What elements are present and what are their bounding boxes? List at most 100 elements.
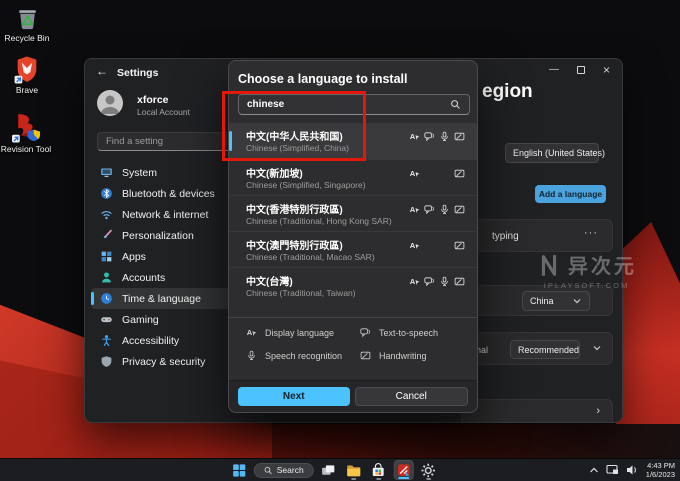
sidebar-item-label: Personalization [122, 230, 194, 242]
country-dropdown[interactable]: China [522, 291, 590, 311]
recycle-bin-icon [14, 5, 41, 32]
microsoft-store-icon [371, 463, 386, 478]
settings-button[interactable] [419, 460, 439, 480]
sidebar-item[interactable]: Time & language [91, 288, 245, 309]
display-language-dropdown[interactable]: English (United States) [505, 143, 599, 163]
taskbar-search-label: Search [277, 465, 304, 475]
sidebar-item[interactable]: System [91, 162, 245, 183]
country-card: China [461, 285, 613, 316]
desktop-icon-label: Revision Tool [1, 145, 51, 154]
sidebar-item[interactable]: Privacy & security [91, 351, 245, 372]
sidebar-item[interactable]: Accounts [91, 267, 245, 288]
search-icon [450, 99, 461, 110]
running-indicator [351, 478, 356, 480]
sidebar-item-icon [100, 313, 113, 326]
clock-time: 4:43 PM [646, 461, 675, 470]
legend-item: Display language [246, 327, 360, 338]
account-name: xforce [137, 94, 169, 106]
language-native-name: 中文(台灣) [246, 273, 293, 288]
sidebar-item[interactable]: Accessibility [91, 330, 245, 351]
country-value: China [530, 296, 554, 306]
display-language-icon [409, 204, 420, 215]
language-list-item[interactable]: 中文(澳門特別行政區) Chinese (Traditional, Macao … [229, 231, 477, 267]
sidebar-item[interactable]: Gaming [91, 309, 245, 330]
add-language-button[interactable]: Add a language [535, 185, 606, 203]
window-title: Settings [117, 67, 158, 79]
minimize-button[interactable]: — [549, 65, 559, 75]
sidebar-item[interactable]: Bluetooth & devices [91, 183, 245, 204]
file-explorer-button[interactable] [344, 460, 364, 480]
display-language-icon [409, 240, 420, 251]
typing-label-fragment: typing [492, 231, 519, 242]
display-language-icon [409, 168, 420, 179]
sidebar-item-icon [100, 271, 113, 284]
display-language-value: English (United States) [513, 148, 605, 158]
sidebar-item-label: Bluetooth & devices [122, 188, 215, 200]
legend-icon [246, 327, 257, 338]
sidebar-item-label: Privacy & security [122, 356, 205, 368]
language-native-name: 中文(新加坡) [246, 165, 303, 180]
sidebar-item[interactable]: Apps [91, 246, 245, 267]
desktop-icon-brave[interactable]: Brave [1, 55, 53, 95]
taskbar-search[interactable]: Search [254, 463, 314, 478]
language-list-item[interactable]: 中文(香港特別行政區) Chinese (Traditional, Hong K… [229, 195, 477, 231]
find-setting-input[interactable]: Find a setting [97, 132, 233, 151]
sidebar-item[interactable]: Network & internet [91, 204, 245, 225]
language-list-item[interactable]: 中文(新加坡) Chinese (Simplified, Singapore) [229, 159, 477, 195]
wallpaper-shape [616, 222, 680, 458]
sidebar-item-icon [100, 292, 113, 305]
display-tray-icon[interactable] [606, 464, 619, 476]
handwriting-icon [454, 276, 465, 287]
handwriting-icon [454, 168, 465, 179]
sidebar-item[interactable]: Personalization [91, 225, 245, 246]
language-english-name: Chinese (Traditional, Hong Kong SAR) [246, 216, 392, 226]
expand-chevron-icon[interactable] [592, 343, 602, 353]
clock-date: 1/6/2023 [646, 470, 675, 479]
speech-recognition-icon [439, 131, 450, 142]
sidebar-item-icon [100, 250, 113, 263]
back-button[interactable]: ← [96, 64, 108, 78]
regional-format-dropdown[interactable]: Recommended [510, 340, 580, 359]
avatar[interactable] [97, 90, 123, 116]
revision-tool-icon [12, 112, 41, 143]
legend-label: Handwriting [379, 351, 427, 361]
taskbar-clock[interactable]: 4:43 PM 1/6/2023 [646, 461, 675, 479]
maximize-button[interactable] [577, 66, 585, 74]
legend-icon [360, 327, 371, 338]
close-button[interactable]: × [603, 65, 610, 75]
text-to-speech-icon [424, 204, 435, 215]
desktop-icon-recycle-bin[interactable]: Recycle Bin [1, 5, 53, 43]
language-list-item[interactable]: 中文(台灣) Chinese (Traditional, Taiwan) [229, 267, 477, 303]
store-button[interactable] [369, 460, 389, 480]
sidebar-item-label: Apps [122, 251, 146, 263]
task-view-button[interactable] [319, 460, 339, 480]
more-options-icon[interactable]: ··· [584, 227, 598, 239]
display-language-icon [409, 131, 420, 142]
handwriting-icon [454, 240, 465, 251]
admin-settings-card[interactable]: › [461, 399, 613, 423]
cancel-button[interactable]: Cancel [355, 387, 469, 406]
sidebar-item-icon [100, 187, 113, 200]
sidebar-item-label: Accounts [122, 272, 165, 284]
start-button[interactable] [229, 460, 249, 480]
legend-icon [246, 350, 257, 361]
sidebar-item-label: Network & internet [122, 209, 208, 221]
chevron-right-icon: › [596, 405, 600, 417]
typing-card[interactable]: typing ··· [461, 219, 613, 252]
desktop-icon-revision-tool[interactable]: Revision Tool [0, 112, 52, 154]
file-explorer-icon [346, 462, 362, 478]
volume-icon[interactable] [626, 464, 639, 476]
text-to-speech-icon [424, 131, 435, 142]
next-button[interactable]: Next [238, 387, 350, 406]
desktop: Recycle Bin Brave Revision Tool ← Settin… [0, 0, 680, 481]
legend-label: Text-to-speech [379, 328, 438, 338]
sidebar-item-label: Gaming [122, 314, 159, 326]
sidebar-item-icon [100, 208, 113, 221]
sidebar-item-label: Accessibility [122, 335, 179, 347]
revision-tool-button[interactable] [394, 460, 414, 480]
show-hidden-icons-chevron[interactable] [589, 466, 599, 474]
language-english-name: Chinese (Traditional, Taiwan) [246, 288, 356, 298]
gear-icon [421, 463, 436, 478]
search-icon [264, 466, 273, 475]
feature-legend: Display language Text-to-speech Speech r… [246, 327, 470, 361]
